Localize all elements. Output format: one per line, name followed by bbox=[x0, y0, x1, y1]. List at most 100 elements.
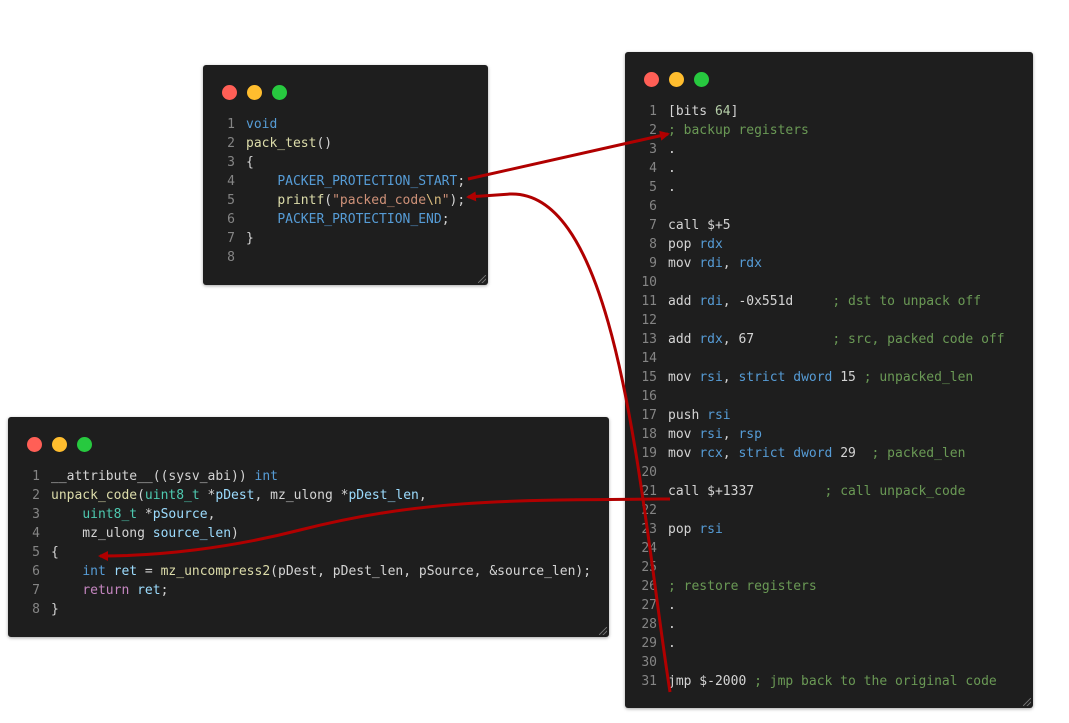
code-token: call $+5 bbox=[668, 218, 731, 233]
code-text: . bbox=[668, 615, 676, 634]
code-text: __attribute__((sysv_abi)) int bbox=[51, 467, 278, 486]
code-token: rsi bbox=[699, 427, 723, 442]
line-number: 1 bbox=[227, 117, 235, 132]
code-token: PACKER_PROTECTION_END bbox=[277, 212, 442, 227]
code-token: , bbox=[722, 446, 739, 461]
code-token: rsi bbox=[707, 408, 731, 423]
code-text: [bits 64] bbox=[668, 102, 738, 121]
code-line: 31 jmp $-2000 ; jmp back to the original … bbox=[625, 672, 1033, 691]
code-token: , -0x551d bbox=[722, 294, 833, 309]
code-token: ; packed_len bbox=[871, 446, 966, 461]
code-token: , bbox=[722, 370, 739, 385]
code-token: 29 bbox=[832, 446, 872, 461]
line-number: 1 bbox=[649, 104, 657, 119]
code-block: 1 void 2 pack_test() 3{4 PACKER_PROTECTION_S… bbox=[203, 115, 488, 267]
code-token: ; backup registers bbox=[668, 123, 809, 138]
code-token: ] bbox=[730, 104, 739, 119]
code-token: \n bbox=[426, 193, 442, 208]
line-number: 19 bbox=[641, 446, 657, 461]
code-token: { bbox=[246, 155, 254, 170]
line-number: 12 bbox=[641, 313, 657, 328]
code-token: ; src, packed code off bbox=[832, 332, 1005, 347]
code-token: rdx bbox=[738, 256, 762, 271]
code-line: 6 PACKER_PROTECTION_END; bbox=[203, 210, 488, 229]
code-line: 3{ bbox=[203, 153, 488, 172]
code-line: 5 printf("packed_code\n"); bbox=[203, 191, 488, 210]
code-text: . bbox=[668, 140, 676, 159]
code-text: unpack_code(uint8_t *pDest, mz_ulong *pD… bbox=[51, 486, 427, 505]
code-token: ; bbox=[457, 174, 466, 189]
code-token: = bbox=[137, 564, 161, 579]
code-token: mov bbox=[668, 256, 700, 271]
window-controls bbox=[644, 72, 709, 87]
code-token: , bbox=[418, 488, 427, 503]
code-token: ; restore registers bbox=[668, 579, 817, 594]
maximize-dot-icon bbox=[77, 437, 92, 452]
code-line: 30 bbox=[625, 653, 1033, 672]
code-text: mz_ulong source_len) bbox=[51, 524, 239, 543]
code-line: 7} bbox=[203, 229, 488, 248]
code-line: 3 uint8_t *pSource, bbox=[8, 505, 609, 524]
line-number: 31 bbox=[641, 674, 657, 689]
code-line: 6 bbox=[625, 197, 1033, 216]
code-text: mov rcx, strict dword 29 ; packed_len bbox=[668, 444, 965, 463]
code-block: 1 __attribute__((sysv_abi)) int 2 unpack_co… bbox=[8, 467, 609, 619]
code-token: rdx bbox=[699, 332, 723, 347]
line-number: 3 bbox=[649, 142, 657, 157]
code-token: mov bbox=[668, 446, 700, 461]
line-number: 6 bbox=[32, 564, 40, 579]
resize-grip-icon[interactable] bbox=[599, 627, 607, 635]
resize-grip-icon[interactable] bbox=[1023, 698, 1031, 706]
code-token: pop bbox=[668, 237, 700, 252]
minimize-dot-icon bbox=[247, 85, 262, 100]
line-number: 7 bbox=[32, 583, 40, 598]
line-number: 26 bbox=[641, 579, 657, 594]
code-text: mov rdi, rdx bbox=[668, 254, 762, 273]
code-text: jmp $-2000 ; jmp back to the original co… bbox=[668, 672, 997, 691]
code-token: source_len bbox=[152, 526, 232, 541]
code-token: __attribute__((sysv_abi)) bbox=[51, 469, 255, 484]
code-token: 64 bbox=[714, 104, 731, 119]
code-token: mov bbox=[668, 427, 700, 442]
code-token: rsp bbox=[738, 427, 762, 442]
resize-grip-icon[interactable] bbox=[478, 275, 486, 283]
code-token: } bbox=[246, 231, 254, 246]
code-line: 1 void bbox=[203, 115, 488, 134]
code-token: int bbox=[254, 469, 278, 484]
code-line: 25 bbox=[625, 558, 1033, 577]
code-token: ( bbox=[137, 488, 145, 503]
line-number: 6 bbox=[649, 199, 657, 214]
line-number: 4 bbox=[227, 174, 235, 189]
close-dot-icon bbox=[27, 437, 42, 452]
code-token: . bbox=[668, 180, 676, 195]
line-number: 16 bbox=[641, 389, 657, 404]
code-line: 12 bbox=[625, 311, 1033, 330]
line-number: 25 bbox=[641, 560, 657, 575]
code-text: . bbox=[668, 596, 676, 615]
code-token: , bbox=[722, 256, 739, 271]
code-token: rdi bbox=[699, 256, 723, 271]
code-token: , mz_ulong * bbox=[254, 488, 349, 503]
code-line: 11 add rdi, -0x551d ; dst to unpack off bbox=[625, 292, 1033, 311]
line-number: 5 bbox=[32, 545, 40, 560]
code-token: add bbox=[668, 294, 700, 309]
code-token: , bbox=[207, 507, 216, 522]
line-number: 14 bbox=[641, 351, 657, 366]
code-text: push rsi bbox=[668, 406, 731, 425]
code-text: } bbox=[246, 229, 254, 248]
window-controls bbox=[222, 85, 287, 100]
code-text: ; backup registers bbox=[668, 121, 809, 140]
line-number: 20 bbox=[641, 465, 657, 480]
code-line: 8 bbox=[203, 248, 488, 267]
code-token: () bbox=[316, 136, 333, 151]
code-token: ; bbox=[441, 212, 450, 227]
code-text: return ret; bbox=[51, 581, 168, 600]
code-text: } bbox=[51, 600, 59, 619]
code-text: . bbox=[668, 634, 676, 653]
code-token: ; call unpack_code bbox=[824, 484, 966, 499]
line-number: 5 bbox=[649, 180, 657, 195]
code-token: uint8_t bbox=[144, 488, 200, 503]
